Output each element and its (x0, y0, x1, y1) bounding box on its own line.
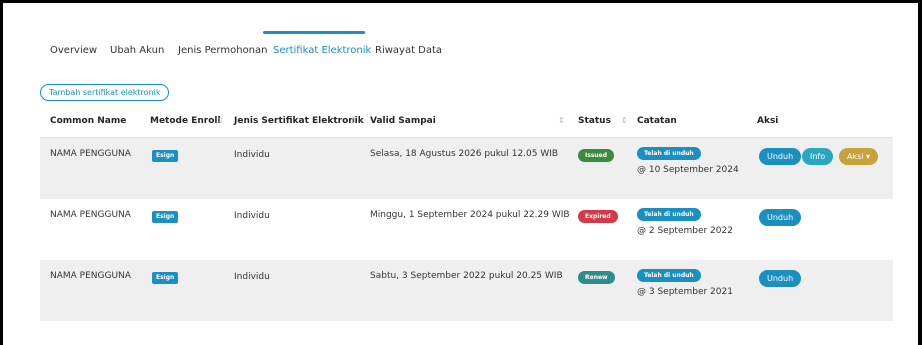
valid-until-cell: Minggu, 1 September 2024 pukul 22.29 WIB (370, 210, 570, 220)
tab-sertifikat-elektronik[interactable]: Sertifikat Elektronik (263, 31, 371, 64)
download-button[interactable]: Unduh (759, 270, 802, 287)
header-valid-sampai[interactable]: Valid Sampai (370, 104, 436, 138)
common-name-cell: NAMA PENGGUNA (50, 271, 131, 281)
method-badge: Esign (152, 272, 179, 284)
download-button[interactable]: Unduh (759, 209, 802, 226)
action-dropdown-button[interactable]: Aksi ▾ (839, 148, 879, 165)
note-date: @ 10 September 2024 (637, 165, 739, 175)
certificate-table: Common Name Metode Enroll ⇕ Jenis Sertif… (40, 104, 893, 321)
valid-until-cell: Sabtu, 3 September 2022 pukul 20.25 WIB (370, 271, 563, 281)
add-certificate-button[interactable]: Tambah sertifikat elektronik (40, 84, 170, 101)
tab-label: Sertifikat Elektronik (273, 45, 372, 56)
info-button[interactable]: Info (802, 148, 834, 165)
header-common-name[interactable]: Common Name (50, 104, 126, 138)
sort-icon[interactable]: ⇕ (558, 104, 565, 138)
valid-until-cell: Selasa, 18 Agustus 2026 pukul 12.05 WIB (370, 149, 559, 159)
tab-jenis-permohonan[interactable]: Jenis Permohonan (178, 31, 268, 64)
note-badge: Telah di unduh (637, 147, 701, 160)
common-name-cell: NAMA PENGGUNA (50, 149, 131, 159)
app-frame: Overview Ubah Akun Jenis Permohonan Sert… (0, 0, 922, 345)
sort-icon[interactable]: ⇕ (621, 104, 628, 138)
status-badge: Renew (578, 271, 615, 284)
table-row: NAMA PENGGUNA Esign Individu Minggu, 1 S… (40, 199, 893, 260)
common-name-cell: NAMA PENGGUNA (50, 210, 131, 220)
header-metode-enroll[interactable]: Metode Enroll (150, 104, 221, 138)
type-cell: Individu (234, 150, 270, 160)
status-badge: Issued (578, 149, 615, 162)
table-row: NAMA PENGGUNA Esign Individu Selasa, 18 … (40, 138, 893, 199)
sort-icon[interactable]: ⇕ (217, 104, 224, 138)
note-badge: Telah di unduh (637, 208, 701, 221)
note-date: @ 2 September 2022 (637, 226, 733, 236)
note-badge: Telah di unduh (637, 269, 701, 282)
table-header: Common Name Metode Enroll ⇕ Jenis Sertif… (40, 104, 893, 138)
note-date: @ 3 September 2021 (637, 287, 733, 297)
table-row: NAMA PENGGUNA Esign Individu Sabtu, 3 Se… (40, 260, 893, 321)
header-status[interactable]: Status (578, 104, 611, 138)
tab-overview[interactable]: Overview (50, 31, 97, 64)
method-badge: Esign (152, 150, 179, 162)
header-jenis-sertifikat[interactable]: Jenis Sertifikat Elektronik (234, 104, 364, 138)
tab-ubah-akun[interactable]: Ubah Akun (110, 31, 164, 64)
download-button[interactable]: Unduh (759, 148, 802, 165)
type-cell: Individu (234, 211, 270, 221)
header-aksi: Aksi (757, 116, 779, 126)
method-badge: Esign (152, 211, 179, 223)
tab-riwayat-data[interactable]: Riwayat Data (375, 31, 442, 64)
header-catatan[interactable]: Catatan (637, 104, 677, 138)
status-badge: Expired (578, 210, 618, 223)
sort-icon[interactable]: ⇕ (350, 104, 357, 138)
type-cell: Individu (234, 272, 270, 282)
